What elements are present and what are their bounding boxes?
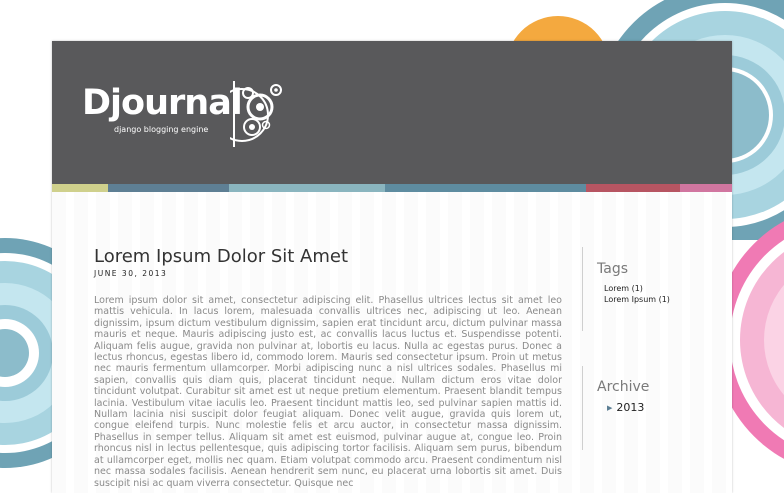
blog-page: Djournal django blogging engine Lorem Ip… [52, 41, 732, 493]
tags-heading: Tags [597, 261, 628, 277]
archive-year-label: 2013 [616, 401, 645, 414]
tags-widget: Tags Lorem (1) Lorem Ipsum (1) [582, 247, 727, 331]
tag-link[interactable]: Lorem (1) [604, 283, 727, 294]
blue-disc-decoration-left [0, 238, 60, 468]
caret-right-icon: ▶ [607, 404, 613, 412]
site-logo[interactable]: Djournal django blogging engine [82, 79, 292, 151]
site-header: Djournal django blogging engine [52, 41, 732, 184]
archive-list: ▶ 2013 [597, 401, 727, 415]
post-body: Lorem ipsum dolor sit amet, consectetur … [94, 295, 562, 489]
logo-text: Djournal [82, 83, 243, 123]
stripe-segment [52, 184, 108, 192]
post-title[interactable]: Lorem Ipsum Dolor Sit Amet [94, 246, 562, 268]
archive-widget: Archive ▶ 2013 [582, 366, 727, 450]
stripe-segment [586, 184, 680, 192]
post-date: JUNE 30, 2013 [94, 269, 168, 278]
stripe-segment [108, 184, 229, 192]
logo-tagline: django blogging engine [114, 125, 209, 134]
logo-disc-icon [230, 81, 282, 147]
tag-link[interactable]: Lorem Ipsum (1) [604, 294, 727, 305]
blog-post: Lorem Ipsum Dolor Sit Amet JUNE 30, 2013… [94, 246, 562, 489]
stripe-segment [680, 184, 732, 192]
tag-list: Lorem (1) Lorem Ipsum (1) [597, 283, 727, 305]
archive-item[interactable]: ▶ 2013 [607, 401, 727, 415]
stripe-segment [229, 184, 385, 192]
archive-heading: Archive [597, 379, 650, 395]
stripe-segment [385, 184, 586, 192]
color-stripe-bar [52, 184, 732, 192]
